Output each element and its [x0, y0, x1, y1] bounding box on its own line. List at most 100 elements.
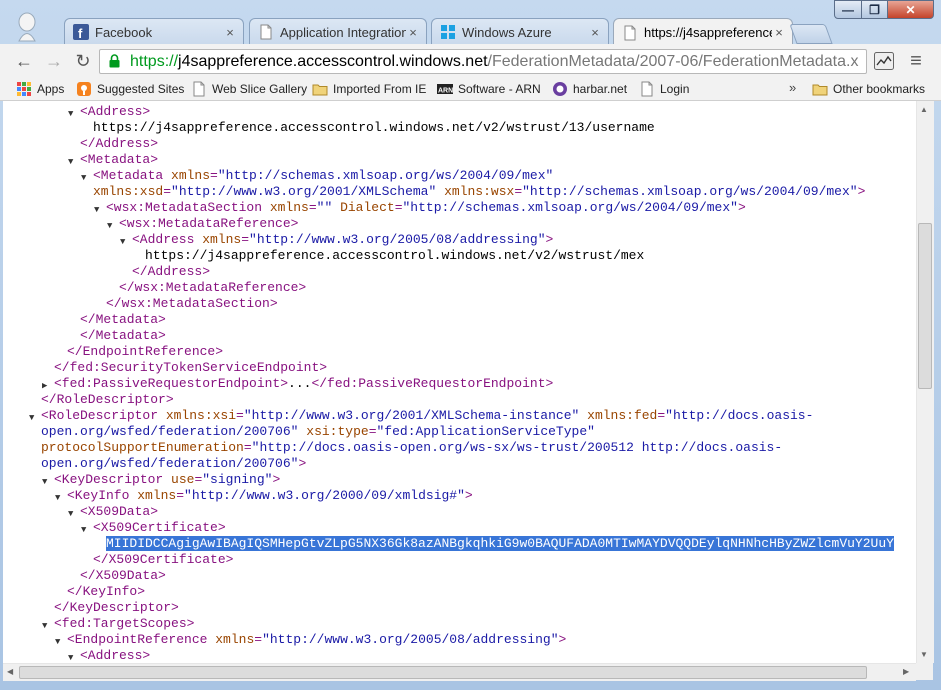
xml-token: = [514, 184, 523, 199]
xml-token [579, 408, 587, 423]
collapse-triangle-icon[interactable]: ▼ [55, 490, 65, 506]
xml-token: xmlns [171, 168, 211, 183]
tab-federation-metadata[interactable]: https://j4sappreference.a × [613, 18, 793, 46]
xml-token: xmlns:wsx [444, 184, 515, 199]
xml-token: </wsx:MetadataSection> [106, 296, 278, 311]
xml-line: </Address> [80, 136, 158, 152]
performance-monitor-icon[interactable] [874, 52, 894, 70]
collapse-triangle-icon[interactable]: ▼ [107, 218, 117, 234]
xml-document-view[interactable]: ▼ <Address> https://j4sappreference.access… [3, 101, 916, 663]
collapse-triangle-icon[interactable]: ▼ [55, 634, 65, 650]
horizontal-scrollbar[interactable]: ◀ ▶ [3, 663, 916, 681]
maximize-button[interactable]: ❐ [861, 0, 888, 19]
tab-close-icon[interactable]: × [588, 25, 602, 40]
bookmark-label: Web Slice Gallery [212, 82, 308, 96]
xml-line: <Metadata> [80, 152, 158, 168]
xml-line: </EndpointReference> [67, 344, 223, 360]
xml-token: = [163, 184, 172, 199]
arn-icon: ARN [437, 84, 453, 95]
scrollbar-corner [916, 663, 933, 680]
xml-token: > [857, 184, 866, 199]
minimize-button[interactable]: — [834, 0, 862, 19]
tab-label: Facebook [95, 24, 153, 40]
xml-token: "signing" [202, 472, 273, 487]
tab-close-icon[interactable]: × [223, 25, 237, 40]
xml-token: > [558, 632, 567, 647]
collapse-triangle-icon[interactable]: ▼ [42, 618, 52, 634]
xml-token: </RoleDescriptor> [41, 392, 174, 407]
collapse-triangle-icon[interactable]: ▼ [42, 474, 52, 490]
horizontal-scroll-thumb[interactable] [19, 666, 867, 679]
collapse-triangle-icon[interactable]: ▼ [29, 410, 39, 426]
xml-token: </fed:PassiveRequestorEndpoint> [311, 376, 554, 391]
reload-button[interactable]: ↻ [72, 51, 94, 71]
vertical-scrollbar[interactable]: ▲ ▼ [916, 101, 934, 663]
xml-line: </KeyInfo> [67, 584, 145, 600]
more-bookmarks-button[interactable]: » [789, 80, 796, 95]
xml-token: > [272, 472, 281, 487]
xml-token: xmlns:fed [587, 408, 658, 423]
xml-token: </Metadata> [80, 312, 166, 327]
xml-line: </RoleDescriptor> [41, 392, 174, 408]
new-tab-button[interactable] [789, 24, 833, 44]
xml-token: = [210, 168, 218, 183]
collapse-triangle-icon[interactable]: ▼ [68, 650, 78, 663]
apps-icon [17, 82, 31, 96]
xml-token [332, 200, 340, 215]
xml-line: https://j4sappreference.accesscontrol.wi… [145, 248, 644, 264]
forward-button[interactable]: → [43, 51, 65, 71]
scroll-down-arrow-icon[interactable]: ▼ [920, 650, 928, 659]
xml-line: <Address> [80, 104, 150, 120]
tab-facebook[interactable]: f Facebook × [64, 18, 244, 45]
tab-label: Windows Azure [462, 24, 552, 40]
bookmark-label: Login [660, 82, 690, 96]
tab-application-integration[interactable]: Application Integration × [249, 18, 427, 45]
xml-token: <fed:PassiveRequestorEndpoint> [54, 376, 289, 391]
bookmark-harbar[interactable]: harbar.net [552, 81, 627, 97]
bookmark-login[interactable]: Login [639, 81, 689, 97]
xml-token [436, 184, 444, 199]
xml-line: xmlns:xsd="http://www.w3.org/2001/XMLSch… [93, 184, 865, 200]
folder-icon [812, 84, 828, 96]
xml-token: "" [316, 200, 333, 215]
xml-token: = [254, 632, 263, 647]
bookmark-label: Apps [37, 82, 65, 96]
scroll-left-arrow-icon[interactable]: ◀ [7, 667, 13, 676]
xml-token: </X509Certificate> [93, 552, 234, 567]
bookmark-apps[interactable]: Apps [16, 81, 64, 97]
collapse-triangle-icon[interactable]: ▼ [68, 154, 78, 170]
bookmark-suggested-sites[interactable]: Suggested Sites [76, 81, 184, 97]
vertical-scroll-thumb[interactable] [918, 223, 932, 389]
close-window-button[interactable]: ✕ [887, 0, 934, 19]
xml-token: = [243, 440, 252, 455]
bookmark-imported-from-ie[interactable]: Imported From IE [312, 81, 426, 97]
xml-token: = [394, 200, 403, 215]
menu-icon[interactable]: ≡ [905, 51, 927, 71]
xml-token: </wsx:MetadataReference> [119, 280, 307, 295]
tab-close-icon[interactable]: × [772, 25, 786, 40]
scroll-right-arrow-icon[interactable]: ▶ [903, 667, 909, 676]
collapse-triangle-icon[interactable]: ▼ [94, 202, 104, 218]
address-bar[interactable]: https://j4sappreference.accesscontrol.wi… [99, 49, 867, 74]
bookmark-other-bookmarks[interactable]: Other bookmarks [812, 81, 925, 97]
xml-line: </wsx:MetadataSection> [106, 296, 278, 312]
collapse-triangle-icon[interactable]: ▼ [68, 506, 78, 522]
windows-icon [441, 25, 455, 39]
tab-windows-azure[interactable]: Windows Azure × [431, 18, 609, 45]
tab-close-icon[interactable]: × [406, 25, 420, 40]
scroll-up-arrow-icon[interactable]: ▲ [920, 105, 928, 114]
collapse-triangle-icon[interactable]: ▼ [120, 234, 130, 250]
bookmark-label: Other bookmarks [833, 82, 926, 96]
collapse-triangle-icon[interactable]: ▼ [81, 522, 91, 538]
bookmark-software-arn[interactable]: ARN Software - ARN [437, 81, 541, 97]
xml-token: <KeyDescriptor [54, 472, 172, 487]
bookmark-label: Suggested Sites [97, 82, 185, 96]
collapse-triangle-icon[interactable]: ▼ [81, 170, 91, 186]
collapse-triangle-icon[interactable]: ▼ [68, 106, 78, 122]
xml-line: https://j4sappreference.accesscontrol.wi… [93, 120, 655, 136]
back-button[interactable]: ← [13, 51, 35, 71]
xml-token: https://j4sappreference.accesscontrol.wi… [145, 248, 645, 263]
xml-token: <Address> [80, 648, 151, 663]
user-profile-icon[interactable] [14, 12, 40, 42]
bookmark-web-slice-gallery[interactable]: Web Slice Gallery [191, 81, 307, 97]
